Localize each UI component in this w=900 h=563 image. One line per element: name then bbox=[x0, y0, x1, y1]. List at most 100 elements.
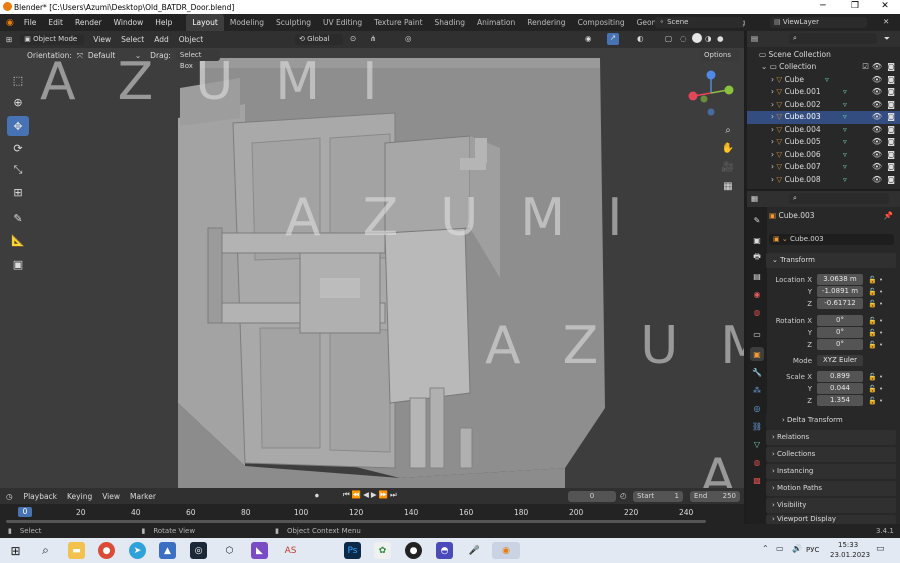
lock-icon[interactable]: 🔓 • bbox=[868, 276, 883, 284]
close-button[interactable]: ✕ bbox=[870, 0, 900, 14]
camera-icon[interactable]: ◙ bbox=[887, 161, 895, 174]
tab-modeling[interactable]: Modeling bbox=[224, 14, 270, 31]
properties-search-input[interactable]: ⌕ bbox=[789, 193, 889, 204]
outliner-editor-icon[interactable]: ▤ bbox=[751, 34, 758, 43]
outliner-item-cube-003[interactable]: › ▽ Cube.003 ▿ 👁 ◙ bbox=[747, 111, 900, 124]
viewlayer-selector[interactable]: ▤ ViewLayer bbox=[770, 17, 867, 28]
timeline-menu-view[interactable]: View bbox=[97, 492, 125, 501]
volume-icon[interactable]: 🔊 bbox=[792, 544, 802, 553]
motion-paths-section[interactable]: › Motion Paths bbox=[766, 481, 896, 496]
eye-icon[interactable]: 👁 bbox=[872, 86, 882, 99]
tab-sculpting[interactable]: Sculpting bbox=[270, 14, 317, 31]
shading-rendered-icon[interactable]: ● bbox=[717, 34, 724, 43]
outliner-search-input[interactable]: ⌕ bbox=[789, 33, 877, 44]
camera-icon[interactable]: ◙ bbox=[887, 124, 895, 137]
viewport-menu-object[interactable]: Object bbox=[174, 35, 208, 44]
world-tab-icon[interactable]: ◍ bbox=[750, 305, 764, 319]
options-dropdown[interactable]: Options bbox=[700, 50, 740, 61]
outliner-item-cube-005[interactable]: › ▽ Cube.005 ▿ 👁 ◙ bbox=[747, 136, 900, 149]
mode-selector[interactable]: ▣ Object Mode bbox=[20, 34, 85, 45]
timeline-editor-icon[interactable]: ◷ bbox=[0, 492, 19, 501]
output-tab-icon[interactable]: 🖶 bbox=[750, 251, 764, 265]
end-frame-field[interactable]: End 250 bbox=[690, 491, 740, 502]
expand-chevron-icon[interactable]: ⌄ bbox=[761, 62, 767, 71]
rotation-x-field[interactable]: 0° bbox=[817, 315, 863, 326]
chrome-icon[interactable]: ● bbox=[98, 542, 115, 559]
measure-tool-icon[interactable]: 📐 bbox=[7, 230, 29, 250]
modifier-tab-icon[interactable]: 🔧 bbox=[750, 365, 764, 379]
scene-selector[interactable]: ⚬ Scene bbox=[655, 17, 743, 28]
tab-animation[interactable]: Animation bbox=[471, 14, 521, 31]
orientation-dropdown[interactable]: Default bbox=[83, 51, 135, 60]
eye-icon[interactable]: 👁 bbox=[872, 161, 882, 174]
timeline-menu-marker[interactable]: Marker bbox=[125, 492, 161, 501]
obs-icon[interactable]: ● bbox=[405, 542, 422, 559]
drag-dropdown[interactable]: Select Box bbox=[175, 50, 220, 70]
photoshop-icon[interactable]: Ps bbox=[344, 542, 361, 559]
tab-texture-paint[interactable]: Texture Paint bbox=[368, 14, 428, 31]
instancing-section[interactable]: › Instancing bbox=[766, 464, 896, 479]
proportional-edit-icon[interactable]: ◎ bbox=[405, 34, 412, 43]
material-tab-icon[interactable]: ◍ bbox=[750, 455, 764, 469]
maximize-button[interactable]: ❐ bbox=[840, 0, 870, 14]
camera-icon[interactable]: ◙ bbox=[887, 86, 895, 99]
pin-icon[interactable]: 📌 bbox=[884, 211, 893, 220]
telegram-icon[interactable]: ➤ bbox=[129, 542, 146, 559]
eye-icon[interactable]: 👁 bbox=[872, 99, 882, 112]
lock-icon[interactable]: 🔓 • bbox=[868, 373, 883, 381]
camera-icon[interactable]: ◙ bbox=[887, 61, 895, 74]
add-cube-tool-icon[interactable]: ▣ bbox=[7, 254, 29, 274]
timeline-editor[interactable]: ◷ Playback Keying View Marker ⏺ ⏮⏪◀▶⏩⏭ 0… bbox=[0, 488, 744, 524]
unity-icon[interactable]: ⬡ bbox=[221, 542, 238, 559]
scale-x-field[interactable]: 0.899 bbox=[817, 371, 863, 382]
record-icon[interactable]: ⏺ bbox=[315, 491, 319, 501]
menu-window[interactable]: Window bbox=[108, 18, 150, 27]
viewport-menu-add[interactable]: Add bbox=[149, 35, 174, 44]
outliner-item-cube-001[interactable]: › ▽ Cube.001 ▿ 👁 ◙ bbox=[747, 86, 900, 99]
eye-icon[interactable]: 👁 bbox=[872, 111, 882, 124]
expand-icon[interactable]: › bbox=[771, 112, 774, 121]
scale-y-field[interactable]: 0.044 bbox=[817, 383, 863, 394]
lock-icon[interactable]: 🔓 • bbox=[868, 317, 883, 325]
3d-viewport[interactable]: AZUMI AZUMI AZUMI AZUMI ⬚ ⊕ ✥ ⟳ ⤡ ⊞ ✎ 📐 … bbox=[0, 48, 744, 488]
timeline-scrollbar[interactable] bbox=[6, 520, 706, 523]
constraints-tab-icon[interactable]: ⛓ bbox=[750, 419, 764, 433]
menu-help[interactable]: Help bbox=[149, 18, 178, 27]
move-tool-icon[interactable]: ✥ bbox=[7, 116, 29, 136]
windows-start-icon[interactable]: ⊞ bbox=[7, 542, 24, 559]
particles-tab-icon[interactable]: ⁂ bbox=[750, 383, 764, 397]
minimize-button[interactable]: ─ bbox=[808, 0, 838, 14]
notification-icon[interactable]: ▭ bbox=[876, 544, 885, 554]
menu-edit[interactable]: Edit bbox=[42, 18, 69, 27]
transform-section-header[interactable]: ⌄ Transform bbox=[766, 253, 896, 268]
rotation-y-field[interactable]: 0° bbox=[817, 327, 863, 338]
eye-icon[interactable]: 👁 bbox=[872, 149, 882, 162]
location-z-field[interactable]: -0.61712 bbox=[817, 298, 863, 309]
outliner-item-cube-008[interactable]: › ▽ Cube.008 ▿ 👁 ◙ bbox=[747, 174, 900, 187]
aseprite-icon[interactable]: AS bbox=[282, 542, 299, 559]
lock-icon[interactable]: 🔓 • bbox=[868, 385, 883, 393]
camera-icon[interactable]: ◙ bbox=[887, 174, 895, 187]
cursor-tool-icon[interactable]: ⊕ bbox=[7, 92, 29, 112]
expand-icon[interactable]: › bbox=[771, 75, 774, 84]
gizmo-toggle-icon[interactable]: ↗ bbox=[607, 33, 619, 45]
viewlayer-close-icon[interactable]: ✕ bbox=[883, 17, 889, 26]
render-tab-icon[interactable]: ▣ bbox=[750, 233, 764, 247]
location-y-field[interactable]: -1.0891 m bbox=[817, 286, 863, 297]
rotation-z-field[interactable]: 0° bbox=[817, 339, 863, 350]
outliner-item-cube-006[interactable]: › ▽ Cube.006 ▿ 👁 ◙ bbox=[747, 149, 900, 162]
shading-wireframe-icon[interactable]: ◌ bbox=[680, 34, 687, 43]
visual-studio-icon[interactable]: ◣ bbox=[251, 542, 268, 559]
camera-icon[interactable]: ◙ bbox=[887, 99, 895, 112]
delta-transform-section[interactable]: › Delta Transform bbox=[766, 413, 896, 428]
collection-row[interactable]: ⌄ ▭ Collection ☑ 👁 ◙ bbox=[747, 61, 900, 74]
blender-menu-icon[interactable]: ◉ bbox=[0, 18, 18, 28]
lock-icon[interactable]: 🔓 • bbox=[868, 300, 883, 308]
editor-type-icon[interactable]: ⊞ bbox=[0, 35, 16, 44]
outliner-item-cube-004[interactable]: › ▽ Cube.004 ▿ 👁 ◙ bbox=[747, 124, 900, 137]
playhead[interactable]: 0 bbox=[18, 507, 32, 517]
expand-icon[interactable]: › bbox=[771, 100, 774, 109]
timeline-menu-keying[interactable]: Keying bbox=[62, 492, 97, 501]
eye-icon[interactable]: 👁 bbox=[872, 124, 882, 137]
keyboard-language[interactable]: РУС bbox=[806, 546, 819, 554]
